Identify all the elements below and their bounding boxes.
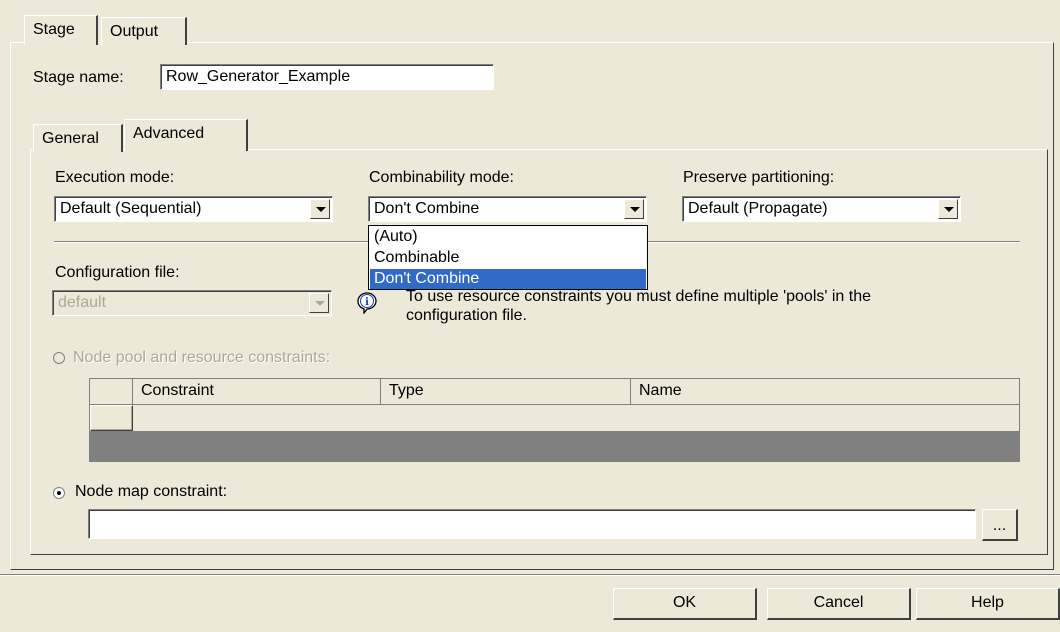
- preserve-partitioning-value: Default (Propagate): [688, 200, 828, 217]
- configuration-file-value: default: [58, 294, 107, 311]
- grid-header-type[interactable]: Type: [381, 379, 631, 405]
- tab-output[interactable]: Output: [101, 17, 187, 45]
- dropdown-option-combinable[interactable]: Combinable: [370, 248, 646, 268]
- browse-button-label: ...: [992, 517, 1007, 534]
- info-icon: i: [357, 292, 377, 314]
- combinability-mode-label: Combinability mode:: [369, 169, 514, 186]
- preserve-partitioning-select[interactable]: Default (Propagate): [682, 196, 961, 222]
- tab-advanced[interactable]: Advanced: [124, 119, 248, 151]
- grid-corner: [90, 379, 133, 405]
- cancel-button[interactable]: Cancel: [767, 588, 911, 620]
- bottom-separator: [0, 574, 1060, 576]
- constraints-grid[interactable]: Constraint Type Name: [89, 378, 1020, 462]
- configuration-file-select[interactable]: default: [52, 290, 332, 316]
- table-row[interactable]: [90, 405, 1019, 431]
- chevron-down-icon[interactable]: [309, 293, 329, 313]
- ok-button-label: OK: [672, 594, 697, 611]
- grid-header-name[interactable]: Name: [631, 379, 1019, 405]
- combinability-dropdown-list[interactable]: (Auto) Combinable Don't Combine: [368, 225, 648, 290]
- tab-general-label: General: [42, 130, 99, 147]
- preserve-partitioning-label: Preserve partitioning:: [683, 169, 835, 186]
- tab-advanced-label: Advanced: [133, 125, 205, 142]
- stage-name-value: Row_Generator_Example: [166, 68, 351, 85]
- row-selector[interactable]: [90, 405, 133, 431]
- tab-output-label: Output: [110, 23, 159, 40]
- stage-name-input[interactable]: Row_Generator_Example: [160, 64, 494, 90]
- execution-mode-value: Default (Sequential): [60, 200, 202, 217]
- help-button[interactable]: Help: [916, 588, 1060, 620]
- configuration-file-label: Configuration file:: [55, 264, 180, 281]
- browse-button[interactable]: ...: [982, 509, 1018, 541]
- tab-stage-label: Stage: [33, 21, 75, 38]
- node-map-radio[interactable]: [53, 487, 65, 499]
- tab-general[interactable]: General: [33, 124, 123, 152]
- node-map-input[interactable]: [88, 509, 976, 539]
- execution-mode-label: Execution mode:: [55, 169, 175, 186]
- chevron-down-icon[interactable]: [938, 199, 958, 219]
- chevron-down-icon[interactable]: [310, 199, 330, 219]
- chevron-down-icon[interactable]: [624, 199, 644, 219]
- ok-button[interactable]: OK: [613, 588, 757, 620]
- combinability-mode-value: Don't Combine: [374, 200, 480, 217]
- stage-name-label: Stage name:: [33, 69, 124, 86]
- cancel-button-label: Cancel: [813, 594, 864, 611]
- grid-header-constraint[interactable]: Constraint: [133, 379, 381, 405]
- combinability-mode-select[interactable]: Don't Combine: [368, 196, 647, 222]
- execution-mode-select[interactable]: Default (Sequential): [54, 196, 333, 222]
- tab-stage[interactable]: Stage: [24, 15, 98, 45]
- node-pool-radio[interactable]: [53, 352, 65, 364]
- info-text: To use resource constraints you must def…: [406, 288, 872, 324]
- svg-text:i: i: [365, 297, 369, 308]
- dropdown-option-dont-combine[interactable]: Don't Combine: [370, 269, 646, 289]
- node-map-label: Node map constraint:: [75, 483, 228, 500]
- help-button-label: Help: [971, 594, 1004, 611]
- dropdown-option-auto[interactable]: (Auto): [370, 227, 646, 247]
- node-pool-label: Node pool and resource constraints:: [73, 349, 331, 366]
